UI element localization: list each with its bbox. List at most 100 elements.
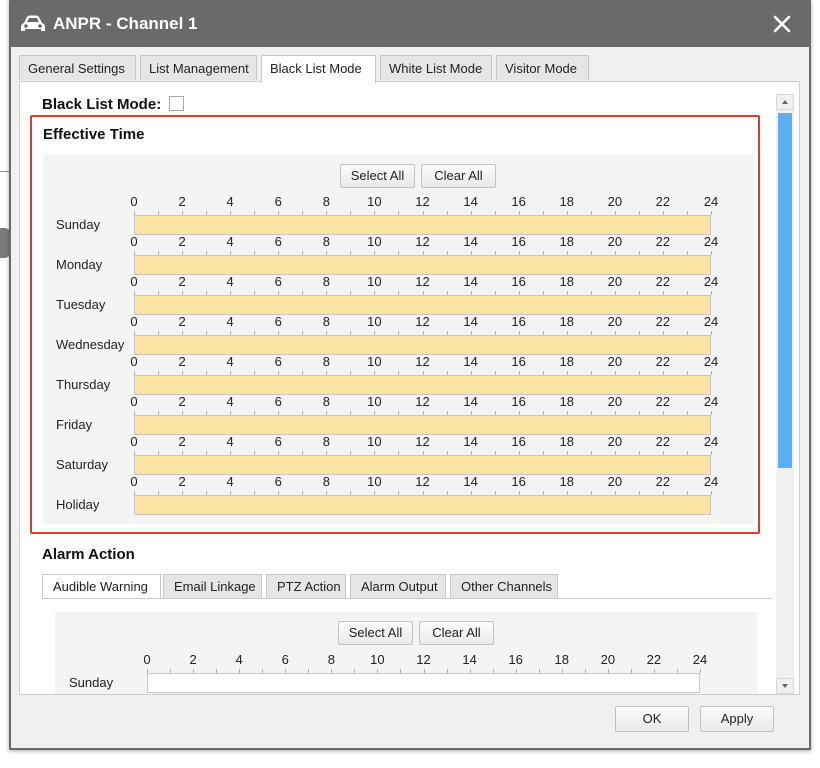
tab-email-linkage[interactable]: Email Linkage bbox=[163, 574, 262, 598]
hour-tick-label: 14 bbox=[463, 394, 478, 409]
hour-tick-label: 12 bbox=[415, 474, 430, 489]
hour-tick-label: 4 bbox=[226, 394, 234, 409]
hour-tick-label: 2 bbox=[189, 652, 197, 667]
hour-tick-label: 6 bbox=[274, 234, 282, 249]
day-label-sunday: Sunday bbox=[56, 217, 101, 232]
hour-tick-label: 22 bbox=[655, 274, 671, 289]
hour-tick-label: 20 bbox=[607, 434, 623, 449]
tab-general-settings[interactable]: General Settings bbox=[19, 55, 136, 80]
hour-tick-label: 4 bbox=[226, 434, 234, 449]
hour-tick-label: 10 bbox=[367, 314, 382, 329]
hour-tick-label: 18 bbox=[559, 474, 574, 489]
hour-tick-label: 4 bbox=[226, 194, 234, 209]
clear-all-button[interactable]: Clear All bbox=[421, 164, 496, 188]
hour-tick-label: 14 bbox=[462, 652, 477, 667]
triangle-up-icon bbox=[782, 100, 788, 104]
schedule-fill bbox=[135, 296, 710, 314]
hour-tick-label: 16 bbox=[511, 394, 526, 409]
hour-tick-label: 22 bbox=[646, 652, 662, 667]
hour-tick-label: 22 bbox=[655, 314, 671, 329]
hour-tick-label: 2 bbox=[178, 314, 186, 329]
alarm-select-all-button[interactable]: Select All bbox=[338, 621, 413, 645]
hour-tick-label: 12 bbox=[415, 354, 430, 369]
hour-tick-label: 0 bbox=[130, 314, 138, 329]
hour-tick-label: 20 bbox=[607, 234, 623, 249]
scroll-down-button[interactable] bbox=[776, 678, 794, 694]
hour-tick-label: 4 bbox=[226, 354, 234, 369]
hour-tick-label: 16 bbox=[508, 652, 523, 667]
tab-white-list-mode[interactable]: White List Mode bbox=[380, 55, 492, 80]
dialog-title: ANPR - Channel 1 bbox=[53, 14, 198, 33]
hour-tick-label: 18 bbox=[559, 194, 574, 209]
hour-tick-label: 22 bbox=[655, 354, 671, 369]
close-icon[interactable] bbox=[770, 12, 794, 36]
hour-tick-label: 4 bbox=[226, 474, 234, 489]
black-list-panel: Black List Mode: Effective Time Select A… bbox=[19, 81, 800, 695]
tab-alarm-output[interactable]: Alarm Output bbox=[350, 574, 446, 598]
hour-tick-label: 16 bbox=[511, 234, 526, 249]
schedule-bar-sunday[interactable] bbox=[134, 215, 711, 235]
hour-tick-label: 0 bbox=[130, 354, 138, 369]
hour-tick-label: 22 bbox=[655, 434, 671, 449]
hour-tick-label: 2 bbox=[178, 274, 186, 289]
hour-tick-label: 22 bbox=[655, 234, 671, 249]
schedule-bar-tuesday[interactable] bbox=[134, 295, 711, 315]
hour-tick-label: 18 bbox=[559, 394, 574, 409]
tab-audible-warning[interactable]: Audible Warning bbox=[42, 574, 161, 598]
hour-tick-label: 6 bbox=[274, 394, 282, 409]
tab-black-list-mode[interactable]: Black List Mode bbox=[261, 55, 376, 83]
schedule-bar-monday[interactable] bbox=[134, 255, 711, 275]
hour-tick-label: 4 bbox=[226, 274, 234, 289]
hour-tick-label: 16 bbox=[511, 194, 526, 209]
tab-visitor-mode[interactable]: Visitor Mode bbox=[496, 55, 589, 80]
schedule-bar-friday[interactable] bbox=[134, 415, 711, 435]
hour-tick-label: 0 bbox=[143, 652, 151, 667]
hour-tick bbox=[711, 371, 712, 375]
black-list-mode-checkbox[interactable] bbox=[169, 96, 184, 111]
hour-tick-label: 8 bbox=[327, 652, 335, 667]
hour-tick-label: 20 bbox=[607, 194, 623, 209]
apply-button[interactable]: Apply bbox=[700, 706, 774, 732]
scroll-up-button[interactable] bbox=[776, 94, 794, 110]
alarm-clear-all-button[interactable]: Clear All bbox=[419, 621, 494, 645]
hour-tick-label: 8 bbox=[322, 434, 330, 449]
vertical-scrollbar[interactable] bbox=[776, 94, 794, 694]
scroll-thumb[interactable] bbox=[778, 113, 792, 468]
hour-tick-label: 10 bbox=[367, 394, 382, 409]
ok-button[interactable]: OK bbox=[615, 706, 689, 732]
car-icon bbox=[21, 15, 45, 31]
tab-ptz-action[interactable]: PTZ Action bbox=[266, 574, 346, 598]
hour-tick-label: 24 bbox=[703, 234, 719, 249]
hour-tick-label: 2 bbox=[178, 354, 186, 369]
schedule-bar-sunday[interactable] bbox=[147, 673, 700, 693]
hour-tick-label: 16 bbox=[511, 274, 526, 289]
day-label-wednesday: Wednesday bbox=[56, 337, 125, 352]
tab-other-channels[interactable]: Other Channels bbox=[450, 574, 558, 598]
select-all-button[interactable]: Select All bbox=[340, 164, 415, 188]
hour-tick-label: 0 bbox=[130, 434, 138, 449]
hour-tick-label: 6 bbox=[274, 194, 282, 209]
hour-tick-label: 12 bbox=[415, 274, 430, 289]
hour-tick-label: 6 bbox=[274, 274, 282, 289]
audible-warning-schedule: Select All Clear All 0 2 4 6 8 10 12 14 16 18 20 22… bbox=[55, 612, 758, 694]
hour-tick-label: 10 bbox=[367, 474, 382, 489]
day-label-friday: Friday bbox=[56, 417, 93, 432]
schedule-bar-thursday[interactable] bbox=[134, 375, 711, 395]
hour-tick-label: 6 bbox=[274, 354, 282, 369]
hour-tick-label: 16 bbox=[511, 474, 526, 489]
anpr-dialog: ANPR - Channel 1 General Settings List M… bbox=[9, 0, 811, 750]
hour-tick-label: 22 bbox=[655, 194, 671, 209]
tab-list-management[interactable]: List Management bbox=[140, 55, 257, 80]
dialog-titlebar[interactable]: ANPR - Channel 1 bbox=[9, 0, 811, 47]
hour-tick-label: 22 bbox=[655, 474, 671, 489]
schedule-bar-wednesday[interactable] bbox=[134, 335, 711, 355]
schedule-bar-saturday[interactable] bbox=[134, 455, 711, 475]
hour-tick-label: 14 bbox=[463, 474, 478, 489]
hour-tick-label: 24 bbox=[692, 652, 708, 667]
hour-tick-label: 8 bbox=[322, 314, 330, 329]
hour-tick-label: 0 bbox=[130, 394, 138, 409]
schedule-bar-holiday[interactable] bbox=[134, 495, 711, 515]
hour-tick-label: 20 bbox=[607, 394, 623, 409]
hour-tick-label: 8 bbox=[322, 474, 330, 489]
schedule-fill bbox=[135, 376, 710, 394]
